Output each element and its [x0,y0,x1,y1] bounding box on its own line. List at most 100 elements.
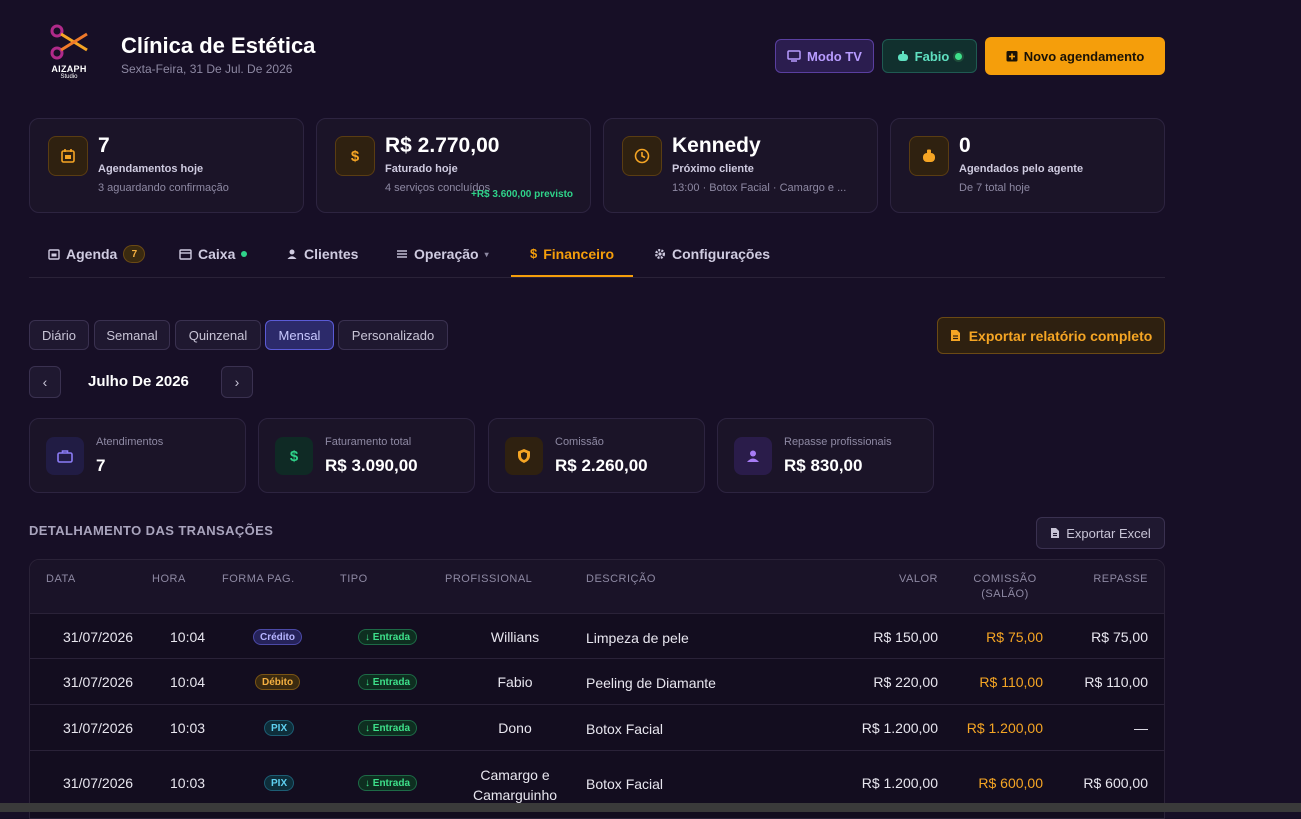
cell-description: Botox Facial [586,776,664,792]
period-diario-button[interactable]: Diário [29,320,89,350]
column-header-valor: VALOR [899,573,938,585]
cell-time: 10:04 [170,629,206,645]
summary-card-repasse: Repasse profissionais R$ 830,00 [717,418,934,493]
cell-value: R$ 1.200,00 [861,775,938,791]
cell-time: 10:03 [170,720,206,736]
tab-financeiro[interactable]: $ Financeiro [511,232,633,277]
export-report-button[interactable]: Exportar relatório completo [937,317,1165,354]
user-button[interactable]: Fabio [882,39,977,73]
cell-time: 10:03 [170,775,206,791]
current-date: Sexta-Feira, 31 De Jul. De 2026 [121,62,293,76]
user-label: Fabio [914,48,950,64]
cell-transfer: R$ 75,00 [1091,629,1148,645]
column-header-tipo: TIPO [340,573,368,585]
cell-professional: Camargo e Camarguinho [472,767,558,803]
cell-transfer: — [1134,720,1148,736]
cell-description: Botox Facial [586,721,664,737]
chevron-left-icon: ‹ [42,374,48,390]
type-badge: ↓ Entrada [358,775,418,791]
cell-commission: R$ 110,00 [979,674,1043,690]
summary-label: Comissão [555,436,604,448]
tab-clientes[interactable]: Clientes [286,232,358,276]
stat-card-agent: 0 Agendados pelo agente De 7 total hoje [890,118,1165,213]
cell-commission: R$ 75,00 [986,629,1043,645]
tab-label: Operação [414,246,479,262]
column-header-descricao: DESCRIÇÃO [586,573,656,585]
payment-badge: Débito [255,674,301,690]
stat-sub: 3 aguardando confirmação [98,182,229,194]
tab-label: Caixa [198,246,236,262]
cell-date: 31/07/2026 [63,674,134,690]
stat-value: R$ 2.770,00 [385,134,500,157]
header: AIZAPH Studio Clínica de Estética Sexta-… [29,0,1165,110]
column-header-repasse: REPASSE [1093,573,1148,585]
type-badge: ↓ Entrada [358,720,418,736]
period-mensal-button[interactable]: Mensal [265,320,334,350]
cell-value: R$ 220,00 [873,674,938,690]
scissors-logo-icon [50,24,88,60]
calendar-icon [48,136,88,176]
cell-professional: Dono [498,720,532,736]
stat-card-next-client: Kennedy Próximo cliente 13:00 · Botox Fa… [603,118,878,213]
cell-date: 31/07/2026 [63,629,134,645]
section-title: DETALHAMENTO DAS TRANSAÇÕES [29,523,274,538]
dollar-icon: $ [529,246,538,261]
summary-label: Repasse profissionais [784,436,892,448]
chevron-down-icon: ▾ [484,249,489,259]
document-icon [950,330,960,341]
cell-time: 10:04 [170,674,206,690]
stat-value: Kennedy [672,134,761,157]
cell-description: Limpeza de pele [586,630,689,646]
payment-badge: PIX [264,720,295,736]
summary-card-atendimentos: Atendimentos 7 [29,418,246,493]
cell-date: 31/07/2026 [63,720,134,736]
stat-label: Agendados pelo agente [959,163,1084,175]
briefcase-icon [46,437,84,475]
period-personalizado-button[interactable]: Personalizado [338,320,448,350]
stat-label: Faturado hoje [385,163,458,175]
calendar-plus-icon [1006,51,1018,62]
page-title: Clínica de Estética [121,33,316,58]
tab-badge: 7 [123,245,146,263]
table-row[interactable]: 31/07/2026 10:04 Débito ↓ Entrada Fabio … [30,658,1164,705]
main-tabs: Agenda 7 Caixa Clientes Operação ▾ $ Fin… [29,232,1165,278]
cell-description: Peeling de Diamante [586,675,716,691]
export-report-label: Exportar relatório completo [968,327,1153,344]
export-excel-button[interactable]: Exportar Excel [1036,517,1165,549]
shield-icon [505,437,543,475]
person-icon [287,249,297,259]
prev-month-button[interactable]: ‹ [29,366,61,398]
online-status-dot [955,52,963,60]
cell-commission: R$ 1.200,00 [966,720,1043,736]
stat-card-appointments: 7 Agendamentos hoje 3 aguardando confirm… [29,118,304,213]
period-semanal-button[interactable]: Semanal [94,320,170,350]
summary-card-faturamento: $ Faturamento total R$ 3.090,00 [258,418,475,493]
cell-professional: Willians [490,629,540,645]
summary-label: Faturamento total [325,436,412,448]
column-header-profissional: PROFISSIONAL [445,573,533,585]
next-month-button[interactable]: › [221,366,253,398]
payment-badge: Crédito [253,629,302,645]
tab-caixa[interactable]: Caixa [179,232,248,276]
logo-sub: Studio [60,74,78,80]
robot-icon [897,50,908,61]
table-row[interactable]: 31/07/2026 10:04 Crédito ↓ Entrada Willi… [30,613,1164,659]
document-icon [1051,528,1060,538]
type-badge: ↓ Entrada [358,629,418,645]
tab-agenda[interactable]: Agenda 7 [48,232,146,276]
period-quinzenal-button[interactable]: Quinzenal [175,320,261,350]
cell-commission: R$ 600,00 [978,775,1043,791]
summary-label: Atendimentos [96,436,164,448]
tv-mode-button[interactable]: Modo TV [775,39,874,73]
robot-icon [909,136,949,176]
cell-transfer: R$ 600,00 [1083,775,1148,791]
tab-operacao[interactable]: Operação ▾ [396,232,489,276]
table-row[interactable]: 31/07/2026 10:03 PIX ↓ Entrada Dono Boto… [30,704,1164,751]
summary-value: R$ 2.260,00 [555,456,648,475]
cell-transfer: R$ 110,00 [1084,674,1148,690]
summary-value: R$ 3.090,00 [325,456,418,475]
tab-configuracoes[interactable]: Configurações [654,232,770,276]
new-appointment-button[interactable]: Novo agendamento [985,37,1165,75]
calendar-icon [48,249,60,260]
monitor-icon [787,50,801,62]
